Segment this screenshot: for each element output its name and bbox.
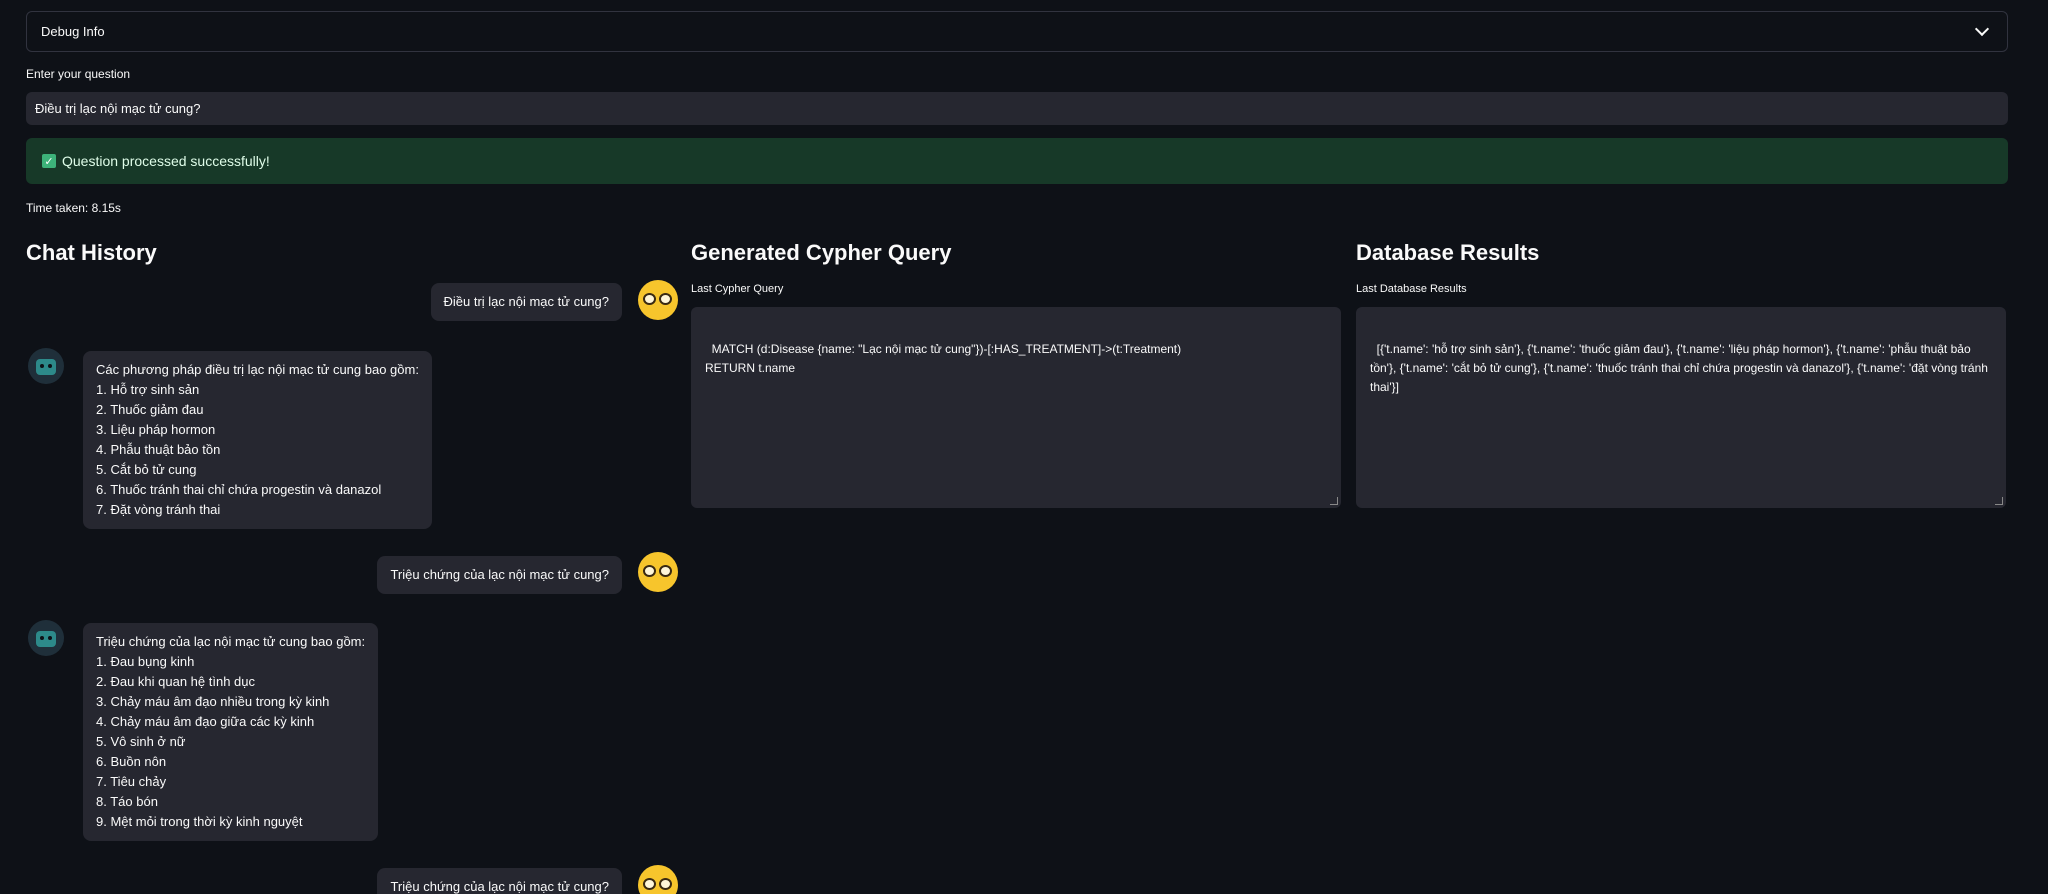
db-results-label: Last Database Results xyxy=(1356,283,1467,295)
bot-message-line: 1. Đau bụng kinh xyxy=(96,654,195,669)
cypher-query-textarea[interactable]: MATCH (d:Disease {name: "Lạc nội mạc tử … xyxy=(691,307,1341,508)
bot-message-line: Các phương pháp điều trị lạc nội mạc tử … xyxy=(96,362,419,377)
chat-message-user: Triệu chứng của lạc nội mạc tử cung? xyxy=(377,868,622,894)
user-message-text: Triệu chứng của lạc nội mạc tử cung? xyxy=(377,868,622,894)
bot-message-line: Triệu chứng của lạc nội mạc tử cung bao … xyxy=(96,634,366,649)
bot-message-line: 8. Táo bón xyxy=(96,794,158,809)
success-message: Question processed successfully! xyxy=(62,153,270,169)
db-results-title: Database Results xyxy=(1356,240,1540,265)
bot-message-line: 2. Thuốc giảm đau xyxy=(96,402,204,417)
check-icon: ✓ xyxy=(42,154,56,168)
resize-handle-icon[interactable] xyxy=(1995,497,2003,505)
bot-message-line: 6. Buồn nôn xyxy=(96,754,167,769)
user-avatar-icon xyxy=(638,552,678,592)
bot-message: Các phương pháp điều trị lạc nội mạc tử … xyxy=(83,351,432,529)
bot-message-line: 4. Phẫu thuật bảo tồn xyxy=(96,442,221,457)
bot-message-line: 9. Mệt mỏi trong thời kỳ kinh nguyệt xyxy=(96,814,303,829)
bot-message-line: 6. Thuốc tránh thai chỉ chứa progestin v… xyxy=(96,482,382,497)
db-results-textarea[interactable]: [{'t.name': 'hỗ trợ sinh sản'}, {'t.name… xyxy=(1356,307,2006,508)
chevron-down-icon xyxy=(1974,21,1990,37)
chat-message-user: Điều trị lạc nội mạc tử cung? xyxy=(430,283,622,321)
bot-message-line: 3. Chảy máu âm đạo nhiều trong kỳ kinh xyxy=(96,694,330,709)
debug-info-label: Debug Info xyxy=(41,24,105,39)
success-alert: ✓ Question processed successfully! xyxy=(26,138,2008,184)
question-input[interactable] xyxy=(26,92,2008,125)
debug-info-expander[interactable]: Debug Info xyxy=(26,11,2008,52)
db-results-text: [{'t.name': 'hỗ trợ sinh sản'}, {'t.name… xyxy=(1370,342,1992,394)
bot-message-line: 3. Liệu pháp hormon xyxy=(96,422,216,437)
time-taken: Time taken: 8.15s xyxy=(26,201,121,215)
user-message-text: Điều trị lạc nội mạc tử cung? xyxy=(430,283,622,321)
bot-message-line: 2. Đau khi quan hệ tình dục xyxy=(96,674,256,689)
cypher-query-text: MATCH (d:Disease {name: "Lạc nội mạc tử … xyxy=(705,342,1182,375)
bot-avatar-icon xyxy=(28,348,64,384)
bot-message-line: 7. Đặt vòng tránh thai xyxy=(96,502,221,517)
user-message-text: Triệu chứng của lạc nội mạc tử cung? xyxy=(377,556,622,594)
user-avatar-icon xyxy=(638,865,678,894)
bot-avatar-icon xyxy=(28,620,64,656)
chat-message-user: Triệu chứng của lạc nội mạc tử cung? xyxy=(377,556,622,594)
bot-message-line: 5. Cắt bỏ tử cung xyxy=(96,462,197,477)
chat-history-title: Chat History xyxy=(26,240,157,265)
cypher-title: Generated Cypher Query xyxy=(691,240,952,265)
bot-message-line: 1. Hỗ trợ sinh sản xyxy=(96,382,200,397)
bot-message: Triệu chứng của lạc nội mạc tử cung bao … xyxy=(83,623,379,841)
bot-message-line: 7. Tiêu chảy xyxy=(96,774,167,789)
resize-handle-icon[interactable] xyxy=(1330,497,1338,505)
cypher-label: Last Cypher Query xyxy=(691,283,784,295)
user-avatar-icon xyxy=(638,280,678,320)
bot-message-line: 5. Vô sinh ở nữ xyxy=(96,734,186,749)
question-label: Enter your question xyxy=(26,67,131,81)
bot-message-line: 4. Chảy máu âm đạo giữa các kỳ kinh xyxy=(96,714,315,729)
